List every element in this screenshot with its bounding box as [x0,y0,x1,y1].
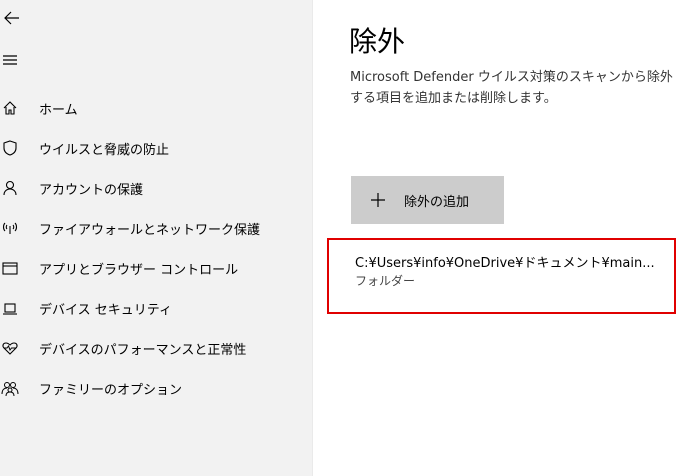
nav-item-home[interactable]: ホーム [0,88,312,128]
nav-item-app-browser-control[interactable]: アプリとブラウザー コントロール [0,248,312,288]
page-description: Microsoft Defender ウイルス対策のスキャンから除外する項目を追… [350,70,673,106]
nav-item-label: ウイルスと脅威の防止 [39,142,170,158]
nav-item-label: デバイスのパフォーマンスと正常性 [39,342,247,358]
nav-item-family-options[interactable]: ファミリーのオプション [0,368,312,408]
nav-item-label: デバイス セキュリティ [39,302,172,318]
nav-item-virus-protection[interactable]: ウイルスと脅威の防止 [0,128,312,168]
menu-button[interactable] [0,48,24,72]
nav-item-label: アカウントの保護 [39,182,144,198]
add-exclusion-button[interactable]: 除外の追加 [351,176,504,224]
shield-icon [0,136,24,160]
page-title: 除外 [349,25,406,58]
exclusion-item[interactable]: C:¥Users¥info¥OneDrive¥ドキュメント¥main... フォ… [327,238,676,314]
add-exclusion-label: 除外の追加 [404,194,470,210]
nav-item-device-performance[interactable]: デバイスのパフォーマンスと正常性 [0,328,312,368]
nav-item-label: ファイアウォールとネットワーク保護 [39,222,261,238]
nav-item-firewall[interactable]: ファイアウォールとネットワーク保護 [0,208,312,248]
app-window-icon [0,256,24,280]
wifi-icon [0,216,24,240]
nav-item-label: アプリとブラウザー コントロール [39,262,239,278]
sidebar-divider [312,0,313,476]
nav-item-account-protection[interactable]: アカウントの保護 [0,168,312,208]
heart-pulse-icon [0,336,24,360]
home-icon [0,96,24,120]
hamburger-icon [3,55,17,65]
back-button[interactable] [0,6,24,30]
sidebar: ホーム ウイルスと脅威の防止 アカウントの保護 ファイアウォールとネットワーク保… [0,0,312,476]
laptop-icon [0,296,24,320]
family-icon [0,376,24,400]
exclusion-type: フォルダー [355,274,416,288]
exclusion-path: C:¥Users¥info¥OneDrive¥ドキュメント¥main... [355,256,655,271]
nav-item-label: ホーム [39,102,78,118]
nav-item-label: ファミリーのオプション [39,382,183,398]
plus-icon [371,193,385,207]
back-arrow-icon [4,11,19,25]
nav-item-device-security[interactable]: デバイス セキュリティ [0,288,312,328]
person-icon [0,176,24,200]
